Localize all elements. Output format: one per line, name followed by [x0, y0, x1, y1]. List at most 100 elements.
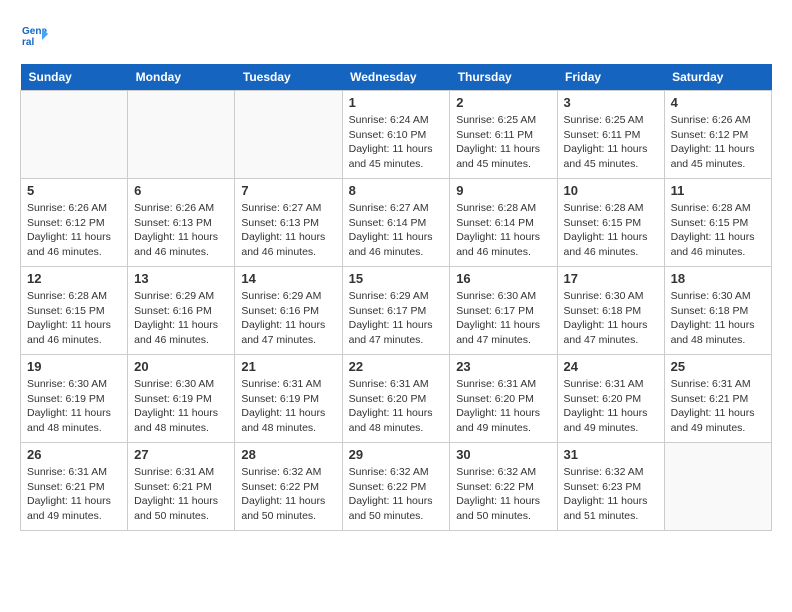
- day-info: Sunrise: 6:29 AM Sunset: 6:17 PM Dayligh…: [349, 289, 444, 348]
- day-info: Sunrise: 6:30 AM Sunset: 6:18 PM Dayligh…: [564, 289, 658, 348]
- calendar-cell: 9 Sunrise: 6:28 AM Sunset: 6:14 PM Daylig…: [450, 179, 557, 267]
- calendar-cell: 18 Sunrise: 6:30 AM Sunset: 6:18 PM Dayli…: [664, 267, 771, 355]
- day-info: Sunrise: 6:26 AM Sunset: 6:13 PM Dayligh…: [134, 201, 228, 260]
- weekday-header-wednesday: Wednesday: [342, 64, 450, 91]
- day-info: Sunrise: 6:25 AM Sunset: 6:11 PM Dayligh…: [564, 113, 658, 172]
- day-info: Sunrise: 6:32 AM Sunset: 6:22 PM Dayligh…: [241, 465, 335, 524]
- day-info: Sunrise: 6:31 AM Sunset: 6:20 PM Dayligh…: [564, 377, 658, 436]
- day-number: 11: [671, 183, 765, 198]
- day-number: 28: [241, 447, 335, 462]
- calendar-cell: 28 Sunrise: 6:32 AM Sunset: 6:22 PM Dayli…: [235, 443, 342, 531]
- calendar-cell: 1 Sunrise: 6:24 AM Sunset: 6:10 PM Daylig…: [342, 91, 450, 179]
- day-info: Sunrise: 6:32 AM Sunset: 6:22 PM Dayligh…: [349, 465, 444, 524]
- calendar-week-4: 19 Sunrise: 6:30 AM Sunset: 6:19 PM Dayli…: [21, 355, 772, 443]
- day-number: 9: [456, 183, 550, 198]
- calendar-cell: 16 Sunrise: 6:30 AM Sunset: 6:17 PM Dayli…: [450, 267, 557, 355]
- day-info: Sunrise: 6:28 AM Sunset: 6:15 PM Dayligh…: [564, 201, 658, 260]
- calendar-cell: 3 Sunrise: 6:25 AM Sunset: 6:11 PM Daylig…: [557, 91, 664, 179]
- day-info: Sunrise: 6:31 AM Sunset: 6:21 PM Dayligh…: [27, 465, 121, 524]
- calendar-header: SundayMondayTuesdayWednesdayThursdayFrid…: [21, 64, 772, 91]
- day-info: Sunrise: 6:27 AM Sunset: 6:13 PM Dayligh…: [241, 201, 335, 260]
- calendar-cell: 14Sunrise: 6:29 AM Sunset: 6:16 PM Dayli…: [235, 267, 342, 355]
- day-number: 2: [456, 95, 550, 110]
- calendar-cell: 12 Sunrise: 6:28 AM Sunset: 6:15 PM Dayli…: [21, 267, 128, 355]
- day-number: 24: [564, 359, 658, 374]
- calendar-cell: 26 Sunrise: 6:31 AM Sunset: 6:21 PM Dayli…: [21, 443, 128, 531]
- logo-icon: Gene ral: [20, 20, 48, 48]
- day-number: 15: [349, 271, 444, 286]
- day-number: 19: [27, 359, 121, 374]
- day-info: Sunrise: 6:30 AM Sunset: 6:19 PM Dayligh…: [134, 377, 228, 436]
- weekday-header-monday: Monday: [128, 64, 235, 91]
- calendar-cell: 31 Sunrise: 6:32 AM Sunset: 6:23 PM Dayli…: [557, 443, 664, 531]
- calendar-cell: [235, 91, 342, 179]
- calendar-cell: 24 Sunrise: 6:31 AM Sunset: 6:20 PM Dayli…: [557, 355, 664, 443]
- day-number: 20: [134, 359, 228, 374]
- day-number: 29: [349, 447, 444, 462]
- calendar-cell: 13 Sunrise: 6:29 AM Sunset: 6:16 PM Dayli…: [128, 267, 235, 355]
- day-info: Sunrise: 6:28 AM Sunset: 6:15 PM Dayligh…: [27, 289, 121, 348]
- day-number: 21: [241, 359, 335, 374]
- day-info: Sunrise: 6:27 AM Sunset: 6:14 PM Dayligh…: [349, 201, 444, 260]
- day-number: 31: [564, 447, 658, 462]
- day-info: Sunrise: 6:24 AM Sunset: 6:10 PM Dayligh…: [349, 113, 444, 172]
- weekday-header-row: SundayMondayTuesdayWednesdayThursdayFrid…: [21, 64, 772, 91]
- day-info: Sunrise: 6:28 AM Sunset: 6:14 PM Dayligh…: [456, 201, 550, 260]
- calendar-week-1: 1 Sunrise: 6:24 AM Sunset: 6:10 PM Daylig…: [21, 91, 772, 179]
- day-number: 30: [456, 447, 550, 462]
- calendar-cell: [128, 91, 235, 179]
- calendar-cell: [664, 443, 771, 531]
- day-info: Sunrise: 6:32 AM Sunset: 6:22 PM Dayligh…: [456, 465, 550, 524]
- day-info: Sunrise: 6:30 AM Sunset: 6:17 PM Dayligh…: [456, 289, 550, 348]
- day-info: Sunrise: 6:30 AM Sunset: 6:19 PM Dayligh…: [27, 377, 121, 436]
- calendar-cell: 21 Sunrise: 6:31 AM Sunset: 6:19 PM Dayli…: [235, 355, 342, 443]
- calendar-cell: 25Sunrise: 6:31 AM Sunset: 6:21 PM Dayli…: [664, 355, 771, 443]
- day-info: Sunrise: 6:26 AM Sunset: 6:12 PM Dayligh…: [671, 113, 765, 172]
- day-info: Sunrise: 6:31 AM Sunset: 6:21 PM Dayligh…: [671, 377, 765, 436]
- day-info: Sunrise: 6:28 AM Sunset: 6:15 PM Dayligh…: [671, 201, 765, 260]
- weekday-header-saturday: Saturday: [664, 64, 771, 91]
- calendar-cell: 6 Sunrise: 6:26 AM Sunset: 6:13 PM Daylig…: [128, 179, 235, 267]
- day-info: Sunrise: 6:25 AM Sunset: 6:11 PM Dayligh…: [456, 113, 550, 172]
- day-number: 5: [27, 183, 121, 198]
- calendar-cell: 11 Sunrise: 6:28 AM Sunset: 6:15 PM Dayli…: [664, 179, 771, 267]
- day-info: Sunrise: 6:26 AM Sunset: 6:12 PM Dayligh…: [27, 201, 121, 260]
- day-info: Sunrise: 6:29 AM Sunset: 6:16 PM Dayligh…: [134, 289, 228, 348]
- calendar-cell: 30 Sunrise: 6:32 AM Sunset: 6:22 PM Dayli…: [450, 443, 557, 531]
- day-number: 26: [27, 447, 121, 462]
- calendar-cell: 29 Sunrise: 6:32 AM Sunset: 6:22 PM Dayli…: [342, 443, 450, 531]
- day-number: 12: [27, 271, 121, 286]
- calendar-cell: 4 Sunrise: 6:26 AM Sunset: 6:12 PM Daylig…: [664, 91, 771, 179]
- weekday-header-thursday: Thursday: [450, 64, 557, 91]
- calendar-week-3: 12 Sunrise: 6:28 AM Sunset: 6:15 PM Dayli…: [21, 267, 772, 355]
- page-header: Gene ral: [20, 20, 772, 48]
- calendar-cell: 5 Sunrise: 6:26 AM Sunset: 6:12 PM Daylig…: [21, 179, 128, 267]
- day-number: 17: [564, 271, 658, 286]
- day-number: 1: [349, 95, 444, 110]
- day-number: 6: [134, 183, 228, 198]
- calendar-body: 1 Sunrise: 6:24 AM Sunset: 6:10 PM Daylig…: [21, 91, 772, 531]
- calendar-cell: 17 Sunrise: 6:30 AM Sunset: 6:18 PM Dayli…: [557, 267, 664, 355]
- day-number: 4: [671, 95, 765, 110]
- weekday-header-tuesday: Tuesday: [235, 64, 342, 91]
- weekday-header-sunday: Sunday: [21, 64, 128, 91]
- day-info: Sunrise: 6:31 AM Sunset: 6:20 PM Dayligh…: [456, 377, 550, 436]
- day-number: 16: [456, 271, 550, 286]
- day-info: Sunrise: 6:32 AM Sunset: 6:23 PM Dayligh…: [564, 465, 658, 524]
- day-info: Sunrise: 6:30 AM Sunset: 6:18 PM Dayligh…: [671, 289, 765, 348]
- calendar-cell: 27 Sunrise: 6:31 AM Sunset: 6:21 PM Dayli…: [128, 443, 235, 531]
- logo: Gene ral: [20, 20, 52, 48]
- calendar-cell: 2 Sunrise: 6:25 AM Sunset: 6:11 PM Daylig…: [450, 91, 557, 179]
- day-info: Sunrise: 6:31 AM Sunset: 6:19 PM Dayligh…: [241, 377, 335, 436]
- day-number: 22: [349, 359, 444, 374]
- calendar-cell: 15 Sunrise: 6:29 AM Sunset: 6:17 PM Dayli…: [342, 267, 450, 355]
- calendar-cell: 7Sunrise: 6:27 AM Sunset: 6:13 PM Daylig…: [235, 179, 342, 267]
- day-number: 3: [564, 95, 658, 110]
- day-number: 27: [134, 447, 228, 462]
- day-number: 8: [349, 183, 444, 198]
- day-number: 18: [671, 271, 765, 286]
- day-number: 13: [134, 271, 228, 286]
- day-info: Sunrise: 6:31 AM Sunset: 6:21 PM Dayligh…: [134, 465, 228, 524]
- calendar-table: SundayMondayTuesdayWednesdayThursdayFrid…: [20, 64, 772, 531]
- calendar-week-5: 26 Sunrise: 6:31 AM Sunset: 6:21 PM Dayli…: [21, 443, 772, 531]
